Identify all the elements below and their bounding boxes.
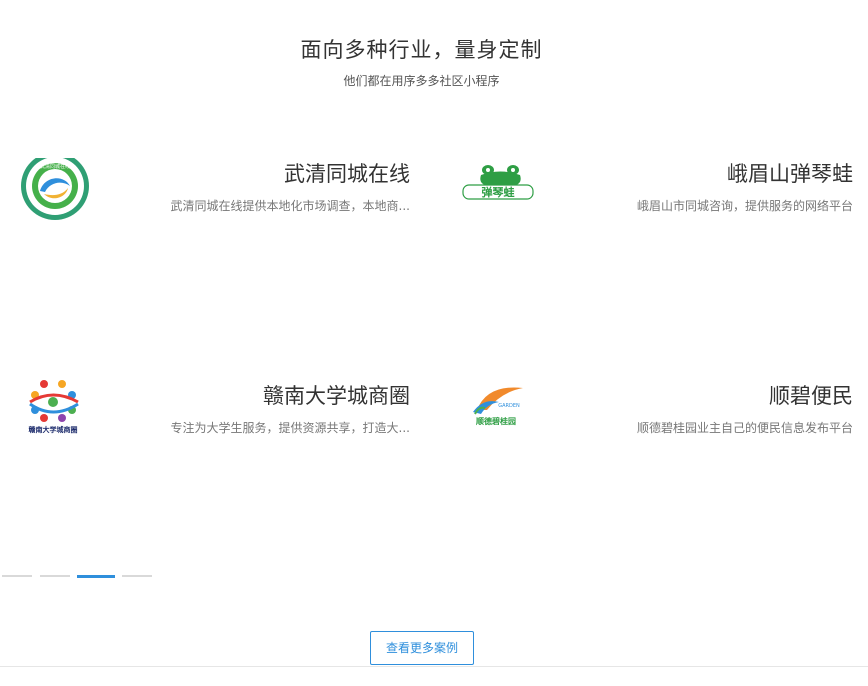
case-card-emei[interactable]: 弹琴蛙 峨眉山弹琴蛙 峨眉山市同城咨询，提供服务的网络平台	[443, 158, 853, 248]
garden-logo-icon: GARDEN 顺德碧桂园	[443, 380, 553, 470]
case-card-gannan[interactable]: 赣南大学城商圈 赣南大学城商圈 专注为大学生服务，提供资源共享，打造大...	[0, 380, 410, 470]
view-more-cases-button[interactable]: 查看更多案例	[370, 631, 474, 665]
gannan-logo-text: 赣南大学城商圈	[29, 425, 78, 434]
section-subtitle: 他们都在用序多多社区小程序	[343, 74, 500, 88]
case-desc: 武清同城在线提供本地化市场调查，本地商...	[170, 199, 410, 213]
wuqing-logo-text: 武清同城在线	[40, 163, 70, 170]
cases-page: 面向多种行业，量身定制 他们都在用序多多社区小程序 武清同城在线 武清同城在线 …	[0, 0, 868, 686]
people-ring-logo-icon: 赣南大学城商圈	[0, 380, 110, 470]
case-card-wuqing[interactable]: 武清同城在线 武清同城在线 武清同城在线提供本地化市场调查，本地商...	[0, 152, 410, 248]
case-title: 顺碧便民	[769, 384, 853, 408]
case-desc: 峨眉山市同城咨询，提供服务的网络平台	[636, 199, 853, 213]
case-desc: 顺德碧桂园业主自己的便民信息发布平台	[636, 421, 853, 435]
garden-en-text: GARDEN	[498, 403, 520, 409]
frog-logo-text: 弹琴蛙	[482, 185, 515, 199]
case-card-shunbi[interactable]: GARDEN 顺德碧桂园 顺碧便民 顺德碧桂园业主自己的便民信息发布平台	[443, 380, 853, 470]
garden-logo-text: 顺德碧桂园	[476, 416, 516, 426]
pager-dot-1[interactable]	[2, 575, 32, 577]
case-title: 武清同城在线	[284, 162, 410, 186]
wuqing-circle-logo-icon: 武清同城在线	[0, 152, 110, 248]
bottom-divider	[0, 666, 868, 667]
frog-logo-icon: 弹琴蛙	[443, 158, 553, 248]
case-title: 赣南大学城商圈	[263, 384, 410, 408]
pager-dot-4[interactable]	[122, 575, 152, 577]
case-title: 峨眉山弹琴蛙	[727, 162, 853, 186]
pager-dot-3-active[interactable]	[77, 575, 115, 578]
case-desc: 专注为大学生服务，提供资源共享，打造大...	[170, 421, 410, 435]
pager-dot-2[interactable]	[40, 575, 70, 577]
section-title: 面向多种行业，量身定制	[300, 38, 543, 62]
